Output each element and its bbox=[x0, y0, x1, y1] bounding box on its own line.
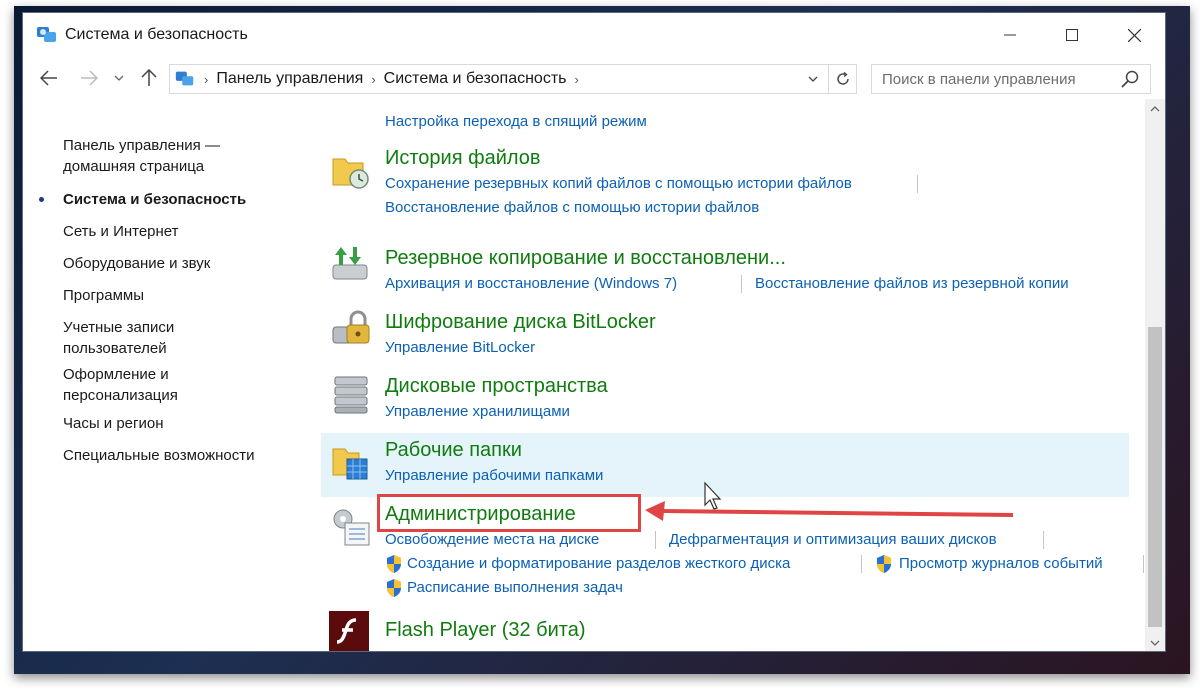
up-arrow-icon bbox=[141, 69, 157, 86]
sidebar-item-hardware-sound[interactable]: Оборудование и звук bbox=[63, 253, 210, 274]
sleep-settings-link[interactable]: Настройка перехода в спящий режим bbox=[385, 113, 647, 130]
category-storage-spaces: Дисковые пространства Управление хранили… bbox=[321, 369, 1129, 425]
defragment-link[interactable]: Дефрагментация и оптимизация ваших диско… bbox=[669, 531, 997, 548]
sidebar-item-ease-of-access[interactable]: Специальные возможности bbox=[63, 445, 255, 466]
current-indicator bbox=[39, 197, 44, 202]
refresh-icon bbox=[836, 72, 849, 85]
category-flash-player: Flash Player (32 бита) bbox=[321, 607, 1129, 651]
breadcrumb-separator[interactable]: › bbox=[371, 72, 375, 87]
category-file-history: История файлов Сохранение резервных копи… bbox=[321, 141, 1129, 225]
minimize-button[interactable] bbox=[979, 13, 1041, 57]
sidebar-item-system-security[interactable]: Система и безопасность bbox=[63, 189, 246, 210]
address-dropdown-button[interactable] bbox=[800, 65, 826, 93]
control-panel-window: Система и безопасность › Панель управлен… bbox=[22, 12, 1166, 652]
annotation-arrow bbox=[645, 501, 1014, 521]
file-history-backup-link[interactable]: Сохранение резервных копий файлов с помо… bbox=[385, 175, 852, 192]
sidebar-item-network[interactable]: Сеть и Интернет bbox=[63, 221, 179, 242]
chevron-down-icon bbox=[1150, 640, 1160, 646]
sidebar: Панель управления — домашняя страница Си… bbox=[23, 99, 321, 651]
link-separator bbox=[655, 531, 656, 549]
storage-spaces-icon bbox=[334, 376, 368, 414]
file-history-restore-link[interactable]: Восстановление файлов с помощью истории … bbox=[385, 199, 759, 216]
backup-restore-icon bbox=[332, 247, 368, 280]
title-bar[interactable]: Система и безопасность bbox=[23, 13, 1165, 57]
manage-storage-link[interactable]: Управление хранилищами bbox=[385, 403, 570, 420]
sidebar-item-user-accounts[interactable]: Учетные записи пользователей bbox=[63, 317, 174, 359]
sidebar-item-programs[interactable]: Программы bbox=[63, 285, 144, 306]
refresh-button[interactable] bbox=[828, 65, 856, 93]
sidebar-item-clock-region[interactable]: Часы и регион bbox=[63, 413, 164, 434]
schedule-tasks-link[interactable]: Расписание выполнения задач bbox=[407, 579, 623, 596]
control-panel-icon bbox=[37, 27, 56, 42]
breadcrumb-control-panel[interactable]: Панель управления bbox=[216, 70, 363, 88]
restore-from-backup-link[interactable]: Восстановление файлов из резервной копии bbox=[755, 275, 1069, 292]
close-icon bbox=[1127, 28, 1141, 42]
chevron-down-icon bbox=[808, 76, 818, 82]
administrative-tools-icon bbox=[333, 509, 370, 546]
windows7-backup-link[interactable]: Архивация и восстановление (Windows 7) bbox=[385, 275, 677, 292]
up-button[interactable] bbox=[135, 64, 163, 92]
close-button[interactable] bbox=[1103, 13, 1165, 57]
bitlocker-title[interactable]: Шифрование диска BitLocker bbox=[385, 311, 656, 334]
bitlocker-icon bbox=[332, 310, 370, 344]
navigation-bar: › Панель управления › Система и безопасн… bbox=[23, 57, 1165, 99]
sidebar-item-appearance[interactable]: Оформление и персонализация bbox=[63, 364, 178, 406]
forward-arrow-icon bbox=[81, 70, 98, 86]
link-separator bbox=[741, 275, 742, 293]
sidebar-item-home[interactable]: Панель управления — домашняя страница bbox=[63, 135, 220, 177]
category-bitlocker: Шифрование диска BitLocker Управление Bi… bbox=[321, 305, 1129, 361]
address-bar[interactable]: › Панель управления › Система и безопасн… bbox=[169, 64, 857, 94]
search-input[interactable]: Поиск в панели управления bbox=[882, 71, 1120, 88]
link-separator bbox=[1043, 531, 1044, 549]
breadcrumb-separator[interactable]: › bbox=[574, 72, 578, 87]
chevron-up-icon bbox=[1150, 106, 1160, 112]
scroll-down-button[interactable] bbox=[1145, 633, 1165, 651]
breadcrumb-separator[interactable]: › bbox=[204, 72, 208, 87]
window-title: Система и безопасность bbox=[65, 26, 248, 43]
forward-button[interactable] bbox=[75, 64, 103, 92]
work-folders-title[interactable]: Рабочие папки bbox=[385, 439, 522, 462]
control-panel-icon bbox=[175, 71, 194, 86]
maximize-icon bbox=[1066, 29, 1078, 41]
link-separator bbox=[1143, 555, 1144, 573]
back-button[interactable] bbox=[35, 64, 63, 92]
scroll-up-button[interactable] bbox=[1145, 99, 1165, 119]
vertical-scrollbar[interactable] bbox=[1145, 99, 1165, 651]
flash-player-title[interactable]: Flash Player (32 бита) bbox=[385, 619, 586, 642]
minimize-icon bbox=[1004, 34, 1016, 36]
search-box[interactable]: Поиск в панели управления bbox=[871, 64, 1151, 94]
file-history-title[interactable]: История файлов bbox=[385, 147, 541, 170]
disk-cleanup-link[interactable]: Освобождение места на диске bbox=[385, 531, 599, 548]
link-separator bbox=[917, 175, 918, 193]
backup-restore-title[interactable]: Резервное копирование и восстановлени... bbox=[385, 247, 786, 270]
uac-shield-icon bbox=[877, 555, 891, 573]
scrollbar-thumb[interactable] bbox=[1148, 327, 1162, 627]
view-event-logs-link[interactable]: Просмотр журналов событий bbox=[899, 555, 1103, 572]
manage-bitlocker-link[interactable]: Управление BitLocker bbox=[385, 339, 535, 356]
create-format-partitions-link[interactable]: Создание и форматирование разделов жестк… bbox=[407, 555, 790, 572]
file-history-icon bbox=[332, 158, 369, 189]
mouse-cursor-icon bbox=[704, 481, 722, 510]
breadcrumb-system-security[interactable]: Система и безопасность bbox=[384, 70, 567, 88]
storage-spaces-title[interactable]: Дисковые пространства bbox=[385, 375, 608, 398]
category-backup-restore: Резервное копирование и восстановлени...… bbox=[321, 241, 1129, 297]
category-work-folders[interactable]: Рабочие папки Управление рабочими папкам… bbox=[321, 433, 1129, 497]
main-content: Настройка перехода в спящий режим Истори… bbox=[321, 99, 1147, 651]
annotation-highlight-box bbox=[377, 494, 641, 532]
flash-player-icon bbox=[329, 611, 369, 651]
recent-locations-button[interactable] bbox=[109, 64, 129, 92]
uac-shield-icon bbox=[387, 555, 401, 573]
manage-work-folders-link[interactable]: Управление рабочими папками bbox=[385, 467, 603, 484]
search-icon[interactable] bbox=[1120, 69, 1140, 89]
uac-shield-icon bbox=[387, 579, 401, 597]
back-arrow-icon bbox=[40, 70, 57, 86]
maximize-button[interactable] bbox=[1041, 13, 1103, 57]
work-folders-icon bbox=[332, 448, 368, 480]
chevron-down-icon bbox=[114, 75, 124, 81]
link-separator bbox=[861, 555, 862, 573]
